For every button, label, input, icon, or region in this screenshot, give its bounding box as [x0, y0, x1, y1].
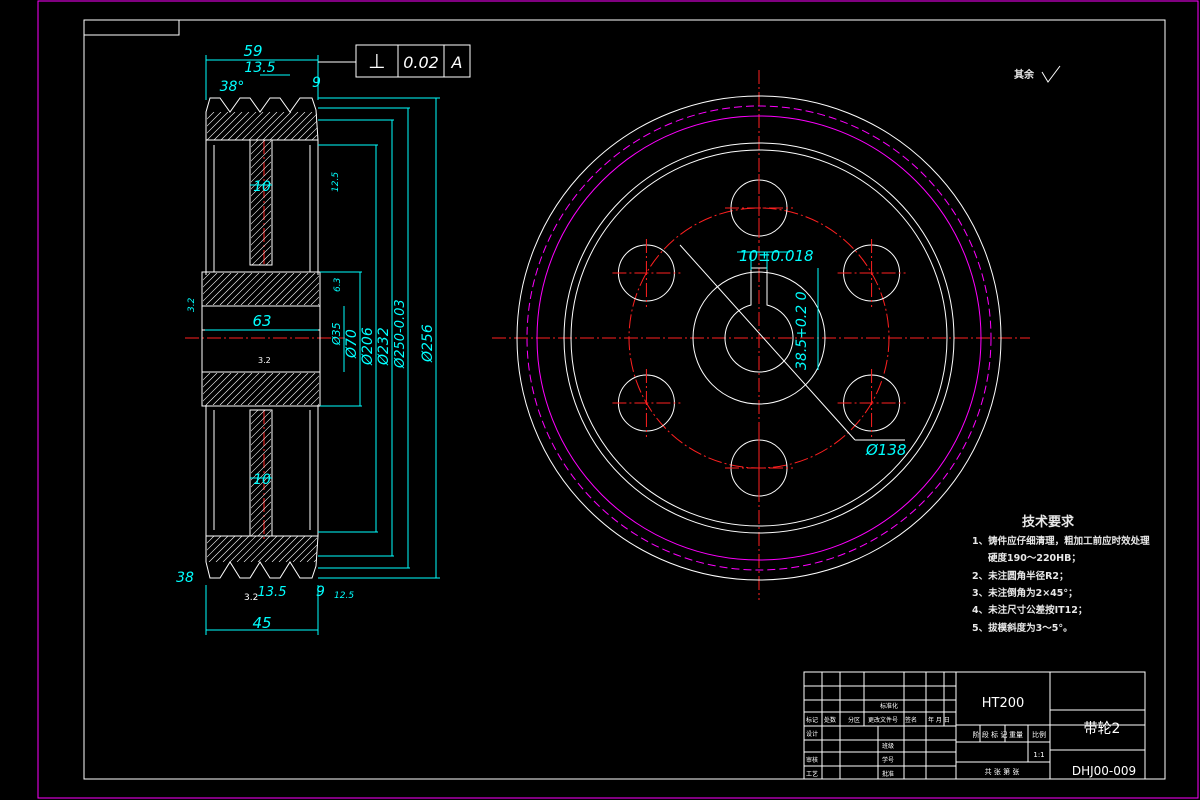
- drawing-title: 带轮2: [1084, 721, 1121, 737]
- dim-text-250: Ø250-0.03: [393, 299, 408, 369]
- tech-req-title: 技术要求: [1022, 514, 1075, 530]
- tech-req-item: 3、未注倒角为2×45°；: [972, 587, 1078, 599]
- weight-label: 重量: [1009, 731, 1023, 739]
- tb-class: 班级: [882, 742, 894, 750]
- dim-text-59: 59: [243, 42, 262, 60]
- web-bottom: [205, 405, 319, 536]
- tolerance-datum: A: [451, 53, 463, 72]
- tech-req-item: 硬度190～220HB；: [988, 552, 1081, 564]
- tech-req-item: 5、拔模斜度为3～5°。: [972, 622, 1073, 634]
- roughness-text-e: 12.5: [334, 591, 354, 601]
- section-view: [185, 44, 471, 635]
- ratio-label: 比例: [1032, 730, 1046, 739]
- roughness-text-c: 3.2: [187, 297, 197, 312]
- dim-text-9-bottom: 9: [316, 584, 325, 600]
- tb-sign: 签名: [905, 716, 917, 724]
- drawing-number: DHJ00-009: [1072, 764, 1136, 778]
- tolerance-symbol: ⊥: [368, 49, 385, 73]
- corner-label-box: [83, 19, 180, 36]
- roughness-text-b: 6.3: [333, 277, 343, 292]
- tolerance-value: 0.02: [403, 53, 439, 72]
- tb-count: 处数: [824, 716, 836, 724]
- tech-req-item: 2、未注圆角半径R2；: [972, 570, 1069, 582]
- dim-text-10-bottom: 10: [253, 472, 271, 488]
- roughness-text-a: 12.5: [331, 172, 341, 192]
- dim-text-9: 9: [312, 75, 321, 91]
- surface-note: 其余: [1014, 68, 1035, 81]
- tb-standardize: 标准化: [880, 702, 898, 710]
- roughness-text-f: 3.2: [258, 356, 271, 365]
- rim-bottom: [205, 535, 319, 579]
- tech-req-item: 1、铸件应仔细清理，粗加工前应时效处理: [972, 535, 1150, 547]
- dim-text-206: Ø206: [360, 327, 376, 366]
- section-hatching: [203, 112, 319, 562]
- dim-text-138: Ø138: [865, 441, 906, 459]
- dim-text-10-top: 10: [253, 179, 271, 195]
- tb-mark: 标记: [806, 716, 818, 724]
- tb-doc: 更改文件号: [868, 716, 898, 724]
- tb-design: 设计: [806, 730, 818, 738]
- tb-date: 年 月 日: [928, 716, 950, 724]
- tb-approve: 批准: [882, 770, 894, 778]
- cad-drawing: 59 13.5 9 38° 38 63 10 10 45 9 13.5 Ø35 …: [37, 0, 1199, 799]
- tb-review: 审核: [806, 756, 818, 764]
- stage-mark-label: 阶 段 标 记: [973, 730, 1008, 739]
- material-text: HT200: [982, 696, 1025, 711]
- sheets-label: 共 张 第 张: [985, 767, 1020, 776]
- dim-text-keyway: 10±0.018: [739, 247, 814, 265]
- dim-text-38-top: 38°: [220, 79, 245, 95]
- dim-text-13-5-bottom: 13.5: [258, 585, 287, 600]
- dim-text-63: 63: [252, 312, 271, 330]
- tb-zone: 分区: [848, 716, 860, 724]
- dim-text-bore: Ø35: [330, 322, 343, 346]
- tb-process: 工艺: [806, 770, 818, 778]
- roughness-check-icon: [1041, 65, 1061, 83]
- dim-text-232: Ø232: [376, 327, 392, 366]
- tech-req-item: 4、未注尺寸公差按IT12；: [972, 604, 1087, 616]
- outer-frame: [37, 0, 1199, 799]
- front-view: [492, 70, 1030, 600]
- dim-text-45: 45: [252, 614, 271, 632]
- roughness-text-d: 3.2: [244, 593, 258, 603]
- dim-text-13-5: 13.5: [244, 60, 275, 76]
- scale-text: 1:1: [1033, 751, 1044, 759]
- tb-student-no: 学号: [882, 756, 894, 764]
- dim-text-70: Ø70: [344, 329, 360, 359]
- dim-text-keyway-depth: 38.5+0.2 0: [794, 291, 810, 370]
- dim-text-256: Ø256: [420, 324, 436, 363]
- dim-text-38-bottom: 38: [176, 570, 194, 586]
